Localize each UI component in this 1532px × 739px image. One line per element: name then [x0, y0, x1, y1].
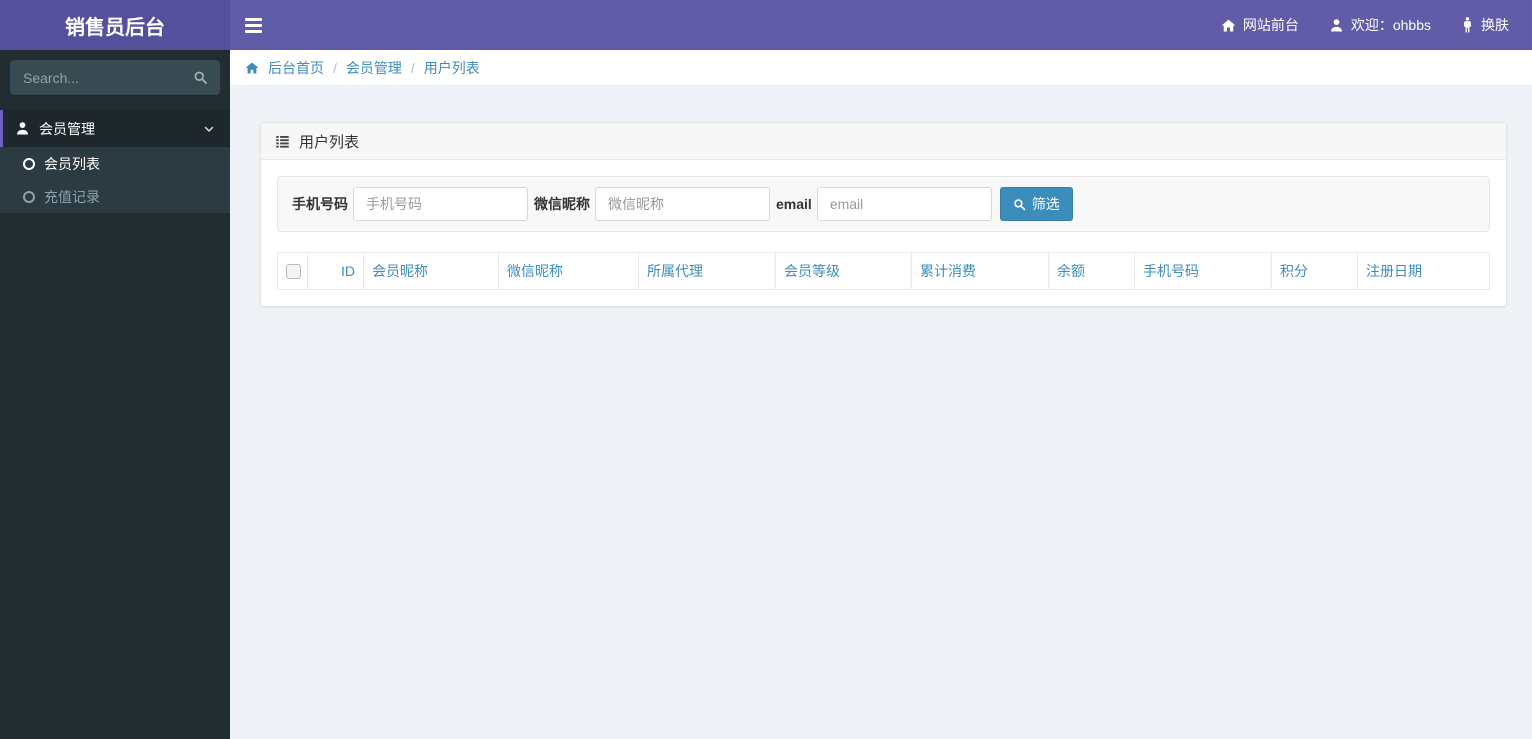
- submenu-row: 充值记录: [0, 180, 230, 213]
- list-icon: [276, 135, 289, 148]
- column-header-points[interactable]: 积分: [1271, 252, 1358, 290]
- sidebar-item-label: 会员管理: [39, 120, 95, 137]
- circle-o-icon: [23, 190, 35, 203]
- filter-button-label: 筛选: [1031, 196, 1060, 212]
- filter-form: 手机号码 微信昵称 email 筛选: [277, 176, 1490, 232]
- breadcrumb: 后台首页 / 会员管理 / 用户列表: [230, 50, 1532, 85]
- column-header-agent[interactable]: 所属代理: [638, 252, 776, 290]
- column-header-member-level[interactable]: 会员等级: [775, 252, 912, 290]
- nav-change-skin-link[interactable]: 换肤: [1446, 0, 1524, 50]
- breadcrumb-item-user-list[interactable]: 用户列表: [424, 58, 480, 78]
- column-header-wechat-nickname[interactable]: 微信昵称: [498, 252, 639, 290]
- sidebar-item-member-list[interactable]: 会员列表: [0, 147, 230, 180]
- sidebar-item-member-management[interactable]: 会员管理: [0, 110, 230, 147]
- person-icon: [1464, 17, 1471, 33]
- navbar-right: 网站前台 欢迎：ohbbs 换肤: [1206, 0, 1532, 50]
- breadcrumb-item-dashboard[interactable]: 后台首页: [268, 58, 324, 78]
- main-content-area: 后台首页 / 会员管理 / 用户列表 用户列表 手机号码 手机号码 微信昵称 微…: [230, 50, 1532, 739]
- sidebar-toggle-button[interactable]: [230, 0, 276, 50]
- top-bar: 销售员后台 网站前台 欢迎：ohbbs 换肤: [0, 0, 1532, 50]
- column-header-register-date[interactable]: 注册日期: [1357, 252, 1490, 290]
- breadcrumb-separator: /: [333, 59, 337, 76]
- table-header-row: ID 会员昵称 微信昵称 所属代理 会员等级 累计消费 余额 手机号码 积分 注…: [277, 252, 1490, 290]
- filter-group-phone: 手机号码: [292, 187, 528, 221]
- app-logo[interactable]: 销售员后台: [0, 0, 230, 50]
- sidebar-search-input[interactable]: [10, 69, 180, 86]
- email-filter-input[interactable]: [816, 187, 992, 221]
- home-icon: [1221, 19, 1236, 31]
- user-icon: [1330, 18, 1342, 31]
- column-header-id[interactable]: ID: [307, 252, 364, 290]
- filter-group-email: email: [776, 187, 992, 221]
- user-list-panel: 用户列表 手机号码 微信昵称 email: [260, 122, 1507, 307]
- phone-filter-input[interactable]: [353, 187, 528, 221]
- column-header-phone[interactable]: 手机号码: [1134, 252, 1272, 290]
- content: 用户列表 手机号码 微信昵称 email: [230, 85, 1532, 307]
- chevron-down-icon: [203, 123, 215, 135]
- column-header-member-nickname[interactable]: 会员昵称: [363, 252, 499, 290]
- sidebar-subitem-label: 充值记录: [44, 188, 100, 205]
- wechat-filter-input[interactable]: [595, 187, 770, 221]
- nav-change-skin-label: 换肤: [1481, 17, 1509, 33]
- column-header-total-spent[interactable]: 累计消费: [911, 252, 1049, 290]
- sidebar-subitem-label: 会员列表: [44, 155, 100, 172]
- sidebar: 会员管理 会员列表 充值记录: [0, 50, 230, 739]
- nav-welcome-label: 欢迎：ohbbs: [1350, 17, 1431, 33]
- search-icon: [194, 71, 207, 84]
- filter-group-wechat: 微信昵称: [534, 187, 770, 221]
- breadcrumb-separator: /: [410, 59, 415, 76]
- user-icon: [17, 122, 28, 135]
- breadcrumb-item-member-management[interactable]: 会员管理: [346, 58, 402, 78]
- column-header-balance[interactable]: 余额: [1048, 252, 1135, 290]
- email-filter-label: email: [776, 196, 812, 212]
- submenu-row: 会员列表: [0, 147, 230, 180]
- sidebar-search-box: [10, 60, 220, 95]
- panel-body: 手机号码 微信昵称 email 筛选: [261, 160, 1506, 306]
- sidebar-treeview-member-management: 会员管理 会员列表 充值记录: [0, 110, 230, 213]
- select-all-checkbox[interactable]: [286, 264, 301, 280]
- home-icon: [245, 61, 259, 75]
- user-table: ID 会员昵称 微信昵称 所属代理 会员等级 累计消费 余额 手机号码 积分 注…: [277, 252, 1490, 290]
- nav-site-frontend-label: 网站前台: [1242, 17, 1299, 33]
- phone-filter-label: 手机号码: [292, 196, 348, 212]
- hamburger-icon: [244, 17, 262, 21]
- sidebar-submenu: 会员列表 充值记录: [0, 147, 230, 213]
- select-all-cell: [277, 252, 308, 290]
- circle-o-icon: [23, 157, 35, 170]
- sidebar-item-recharge-records[interactable]: 充值记录: [0, 180, 230, 213]
- sidebar-menu: 会员管理 会员列表 充值记录: [0, 110, 230, 213]
- wechat-filter-label: 微信昵称: [534, 196, 590, 212]
- nav-welcome-user[interactable]: 欢迎：ohbbs: [1314, 0, 1446, 50]
- main-wrapper: 会员管理 会员列表 充值记录: [0, 50, 1532, 739]
- panel-heading: 用户列表: [261, 123, 1506, 160]
- filter-submit-button[interactable]: 筛选: [999, 187, 1073, 221]
- nav-site-frontend-link[interactable]: 网站前台: [1206, 0, 1314, 50]
- sidebar-search-button[interactable]: [180, 60, 220, 95]
- search-icon: [1014, 198, 1025, 210]
- navbar: 网站前台 欢迎：ohbbs 换肤: [230, 0, 1532, 50]
- app-title: 销售员后台: [65, 16, 165, 39]
- panel-title: 用户列表: [299, 133, 360, 151]
